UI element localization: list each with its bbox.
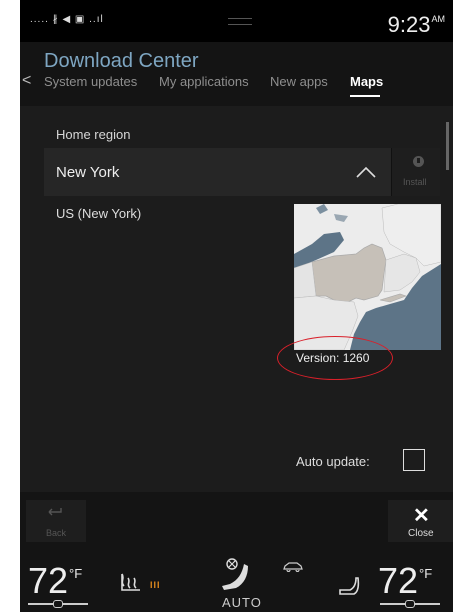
recirculation-car-icon[interactable] (282, 560, 304, 572)
left-temp-value: 72 (28, 560, 69, 601)
signal-status-icons: ..... ∦ ◀ ▣ ..ıl (30, 14, 104, 25)
fan-airflow-icon[interactable] (216, 556, 260, 592)
tab-new-apps[interactable]: New apps (270, 74, 328, 89)
left-temp-slider-knob[interactable] (53, 600, 63, 608)
drag-handle-icon[interactable] (228, 18, 252, 25)
right-temperature[interactable]: 72°F (378, 560, 432, 602)
region-map (294, 204, 441, 350)
right-temp-value: 72 (378, 560, 419, 601)
version-highlight-annotation (277, 336, 393, 380)
left-temp-unit: °F (69, 566, 83, 581)
chevron-left-icon[interactable]: < (22, 72, 31, 90)
seat-heat-icon[interactable] (118, 572, 144, 596)
close-label: Close (408, 528, 434, 539)
right-temp-slider-knob[interactable] (405, 600, 415, 608)
page-title: Download Center (44, 50, 199, 72)
auto-update-checkbox[interactable] (403, 449, 425, 471)
climate-auto-label[interactable]: AUTO (222, 595, 262, 610)
sub-region-name: US (New York) (56, 206, 142, 221)
tab-maps[interactable]: Maps (350, 74, 383, 89)
tab-my-applications[interactable]: My applications (159, 74, 249, 89)
download-icon (413, 156, 424, 167)
left-temperature[interactable]: 72°F (28, 560, 82, 602)
back-arrow-icon (48, 508, 62, 516)
install-label: Install (403, 177, 427, 187)
tab-system-updates[interactable]: System updates (44, 74, 137, 89)
right-temp-unit: °F (419, 566, 433, 581)
back-label: Back (46, 528, 67, 538)
clock-time: 9:23 (387, 12, 431, 37)
seat-heat-level: III (150, 580, 161, 590)
seat-icon[interactable] (338, 576, 360, 596)
scrollbar-thumb[interactable] (446, 122, 449, 170)
home-region-label: Home region (56, 127, 131, 142)
selected-region: New York (56, 164, 120, 181)
install-button[interactable] (391, 148, 440, 196)
clock: 9:23AM (388, 12, 445, 38)
scrollbar-track[interactable] (445, 120, 449, 492)
auto-update-label: Auto update: (296, 454, 370, 469)
close-icon: ✕ (413, 505, 430, 527)
infotainment-screen: ..... ∦ ◀ ▣ ..ıl 9:23AM Download Center … (20, 0, 453, 612)
chevron-up-icon[interactable] (356, 166, 376, 178)
active-tab-indicator (350, 95, 380, 97)
clock-ampm: AM (431, 14, 446, 24)
